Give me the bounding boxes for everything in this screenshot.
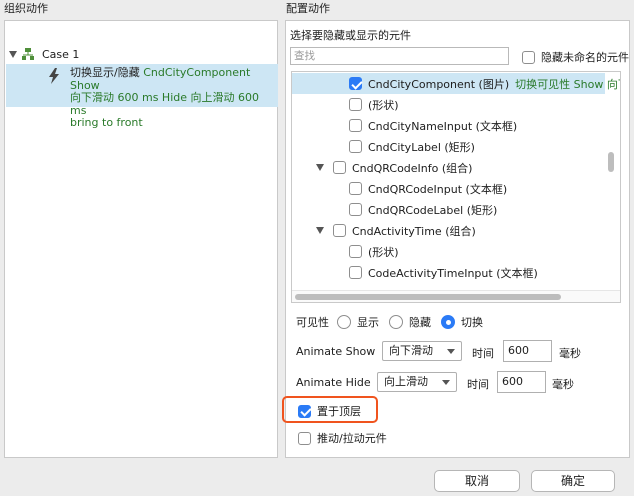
- case-icon: [22, 48, 34, 60]
- widget-checkbox[interactable]: [349, 203, 362, 216]
- widget-checkbox[interactable]: [333, 161, 346, 174]
- widget-checkbox[interactable]: [349, 77, 362, 90]
- widget-name: CndQRCodeInput (文本框): [368, 182, 508, 196]
- radio-toggle[interactable]: [441, 315, 455, 329]
- widget-checkbox[interactable]: [349, 119, 362, 132]
- widget-list[interactable]: CndCityComponent (图片) 切换可见性 Show 向下 (形状)…: [291, 71, 621, 303]
- widget-row[interactable]: CndCityLabel (矩形): [292, 136, 475, 157]
- right-section-title: 配置动作: [286, 2, 330, 15]
- widget-name: CodeActivityTimeInput (文本框): [368, 266, 538, 280]
- animate-show-time-label: 时间: [472, 347, 494, 360]
- widget-row[interactable]: CndCityNameInput (文本框): [292, 115, 517, 136]
- widget-name: CndCityNameInput (文本框): [368, 119, 518, 133]
- widget-checkbox[interactable]: [349, 182, 362, 195]
- action-detail-line3: bring to front: [70, 116, 143, 129]
- action-prefix: 切换显示/隐藏: [70, 66, 140, 79]
- widget-row[interactable]: CndCityComponent (图片) 切换可见性 Show 向下: [292, 73, 620, 94]
- case-tree-panel: Case 1 切换显示/隐藏 CndCityComponent Show 向下滑…: [4, 20, 278, 458]
- radio-hide-label: 隐藏: [409, 316, 431, 329]
- action-item[interactable]: 切换显示/隐藏 CndCityComponent Show 向下滑动 600 m…: [6, 64, 278, 129]
- widget-name: CndActivityTime (组合): [352, 224, 476, 238]
- widget-row[interactable]: (形状): [292, 241, 399, 262]
- widget-name: CndQRCodeLabel (矩形): [368, 203, 498, 217]
- action-detail-line2: 向下滑动 600 ms Hide 向上滑动 600 ms: [70, 91, 259, 117]
- left-section-title: 组织动作: [4, 2, 48, 15]
- widget-checkbox[interactable]: [333, 224, 346, 237]
- expand-triangle-icon[interactable]: [9, 50, 17, 58]
- hide-unnamed-label: 隐藏未命名的元件: [541, 51, 629, 64]
- widget-name: (形状): [368, 98, 399, 112]
- ok-button[interactable]: 确定: [531, 470, 615, 492]
- radio-show-label: 显示: [357, 316, 379, 329]
- radio-toggle-label: 切换: [461, 316, 483, 329]
- visibility-group: 可见性 显示 隐藏 切换: [296, 314, 483, 330]
- expand-triangle-icon[interactable]: [316, 164, 324, 171]
- widget-checkbox[interactable]: [349, 98, 362, 111]
- widget-name: (形状): [368, 245, 399, 259]
- animate-hide-unit: 毫秒: [552, 378, 574, 391]
- push-pull-option[interactable]: 推动/拉动元件: [298, 430, 387, 446]
- widget-name: CndCityComponent (图片): [368, 77, 510, 91]
- widget-status: 切换可见性 Show 向下: [515, 77, 621, 91]
- expand-triangle-icon[interactable]: [316, 227, 324, 234]
- horizontal-scrollbar[interactable]: [295, 294, 561, 300]
- case-tree-item[interactable]: Case 1: [9, 47, 79, 61]
- horizontal-scrollbar-track[interactable]: [292, 290, 620, 302]
- bring-to-front-label: 置于顶层: [317, 405, 361, 418]
- case-label: Case 1: [42, 47, 80, 61]
- select-widgets-hint: 选择要隐藏或显示的元件: [290, 29, 411, 42]
- widget-checkbox[interactable]: [349, 140, 362, 153]
- animate-hide-time-input[interactable]: 600: [497, 371, 546, 393]
- widget-checkbox[interactable]: [349, 266, 362, 279]
- visibility-label: 可见性: [296, 316, 329, 329]
- hide-unnamed-option[interactable]: 隐藏未命名的元件: [516, 49, 629, 65]
- radio-show[interactable]: [337, 315, 351, 329]
- vertical-scrollbar[interactable]: [608, 152, 614, 172]
- animate-show-unit: 毫秒: [559, 347, 581, 360]
- widget-group-row[interactable]: CndActivityTime (组合): [292, 220, 476, 241]
- widget-checkbox[interactable]: [349, 245, 362, 258]
- animate-hide-label: Animate Hide: [296, 376, 371, 389]
- hide-unnamed-checkbox[interactable]: [522, 50, 535, 64]
- animate-show-select[interactable]: 向下滑动: [382, 341, 462, 361]
- widget-name: CndCityLabel (矩形): [368, 140, 475, 154]
- widget-row[interactable]: CodeActivityTimeInput (文本框): [292, 262, 538, 283]
- action-description: 切换显示/隐藏 CndCityComponent Show 向下滑动 600 m…: [70, 66, 278, 130]
- widget-group-row[interactable]: CndQRCodeInfo (组合): [292, 157, 472, 178]
- push-pull-checkbox[interactable]: [298, 431, 311, 445]
- cancel-button[interactable]: 取消: [434, 470, 520, 492]
- push-pull-label: 推动/拉动元件: [317, 432, 387, 445]
- search-input[interactable]: 查找: [290, 47, 509, 65]
- radio-hide[interactable]: [389, 315, 403, 329]
- animate-hide-time-label: 时间: [467, 378, 489, 391]
- animate-hide-select[interactable]: 向上滑动: [377, 372, 457, 392]
- bring-to-front-option[interactable]: 置于顶层: [298, 403, 361, 419]
- animate-show-time-input[interactable]: 600: [503, 340, 552, 362]
- widget-row[interactable]: CndQRCodeLabel (矩形): [292, 199, 497, 220]
- widget-name: CndQRCodeInfo (组合): [352, 161, 473, 175]
- widget-row[interactable]: CndQRCodeInput (文本框): [292, 178, 507, 199]
- widget-row[interactable]: (形状): [292, 94, 399, 115]
- lightning-icon: [49, 68, 59, 84]
- bring-to-front-checkbox[interactable]: [298, 404, 311, 418]
- animate-show-label: Animate Show: [296, 345, 376, 358]
